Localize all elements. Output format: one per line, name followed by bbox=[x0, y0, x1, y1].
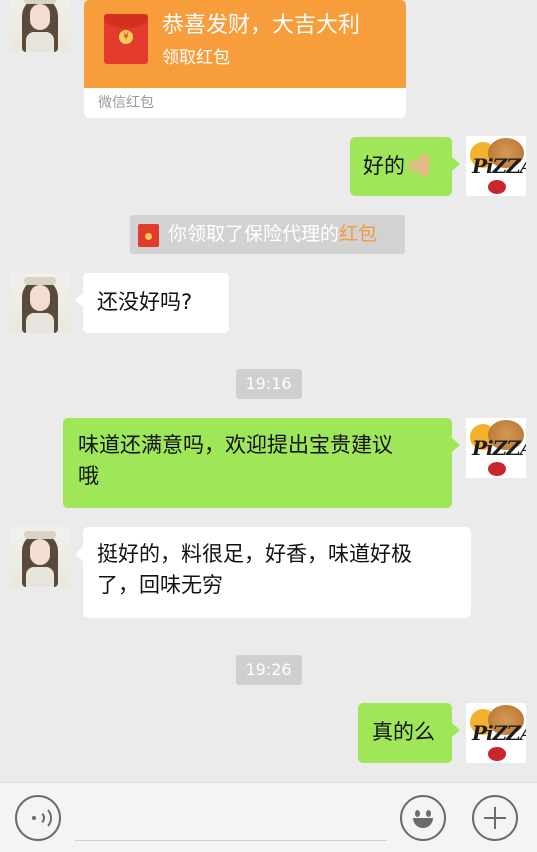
notice-text: 你领取了保险代理的 bbox=[168, 223, 340, 245]
red-packet-footer: 微信红包 bbox=[98, 95, 154, 111]
message-bubble-outgoing[interactable]: 好的 bbox=[350, 137, 460, 196]
message-text-line: 挺好的，料很足，好香，味道好极 bbox=[97, 542, 412, 566]
contact-avatar[interactable] bbox=[10, 0, 70, 52]
message-bubble-outgoing[interactable]: 味道还满意吗，欢迎提出宝贵建议 哦 bbox=[63, 418, 460, 508]
coin-icon: ¥ bbox=[119, 30, 133, 44]
system-notice: 你领取了保险代理的红包 bbox=[130, 215, 405, 254]
pizza-logo-text: PiZZA bbox=[472, 154, 526, 178]
red-envelope-icon: ¥ bbox=[104, 14, 148, 64]
input-bar bbox=[0, 782, 537, 852]
pizza-logo-text: PiZZA bbox=[472, 436, 526, 460]
message-bubble-incoming[interactable]: 挺好的，料很足，好香，味道好极 了，回味无穷 bbox=[75, 527, 471, 618]
red-packet-subtitle: 领取红包 bbox=[162, 48, 230, 68]
voice-icon[interactable] bbox=[15, 795, 61, 841]
self-avatar[interactable]: PiZZA bbox=[466, 418, 526, 478]
red-packet-message[interactable]: ¥ 恭喜发财，大吉大利 领取红包 微信红包 bbox=[84, 0, 406, 118]
message-text: 真的么 bbox=[372, 720, 435, 744]
message-bubble-outgoing[interactable]: 真的么 bbox=[358, 703, 460, 763]
message-text-line: 了，回味无穷 bbox=[97, 573, 223, 597]
message-bubble-incoming[interactable]: 还没好吗? bbox=[75, 273, 229, 333]
red-packet-title: 恭喜发财，大吉大利 bbox=[162, 13, 361, 38]
message-input[interactable] bbox=[75, 795, 387, 841]
timestamp: 19:26 bbox=[235, 655, 302, 685]
red-envelope-icon bbox=[138, 224, 159, 247]
message-text-line: 哦 bbox=[78, 464, 99, 488]
self-avatar[interactable]: PiZZA bbox=[466, 703, 526, 763]
emoji-icon[interactable] bbox=[400, 795, 446, 841]
message-text: 还没好吗? bbox=[97, 290, 193, 314]
timestamp: 19:16 bbox=[235, 369, 302, 399]
ok-hand-emoji-icon bbox=[407, 152, 433, 178]
message-text-line: 味道还满意吗，欢迎提出宝贵建议 bbox=[78, 433, 393, 457]
red-packet-link[interactable]: 红包 bbox=[339, 223, 377, 245]
self-avatar[interactable]: PiZZA bbox=[466, 136, 526, 196]
contact-avatar[interactable] bbox=[10, 527, 70, 587]
contact-avatar[interactable] bbox=[10, 273, 70, 333]
message-text: 好的 bbox=[363, 154, 405, 178]
plus-icon[interactable] bbox=[472, 795, 518, 841]
chat-area: ¥ 恭喜发财，大吉大利 领取红包 微信红包 好的 PiZZA 你领取了保险代理的… bbox=[0, 0, 537, 852]
pizza-logo-text: PiZZA bbox=[472, 721, 526, 745]
